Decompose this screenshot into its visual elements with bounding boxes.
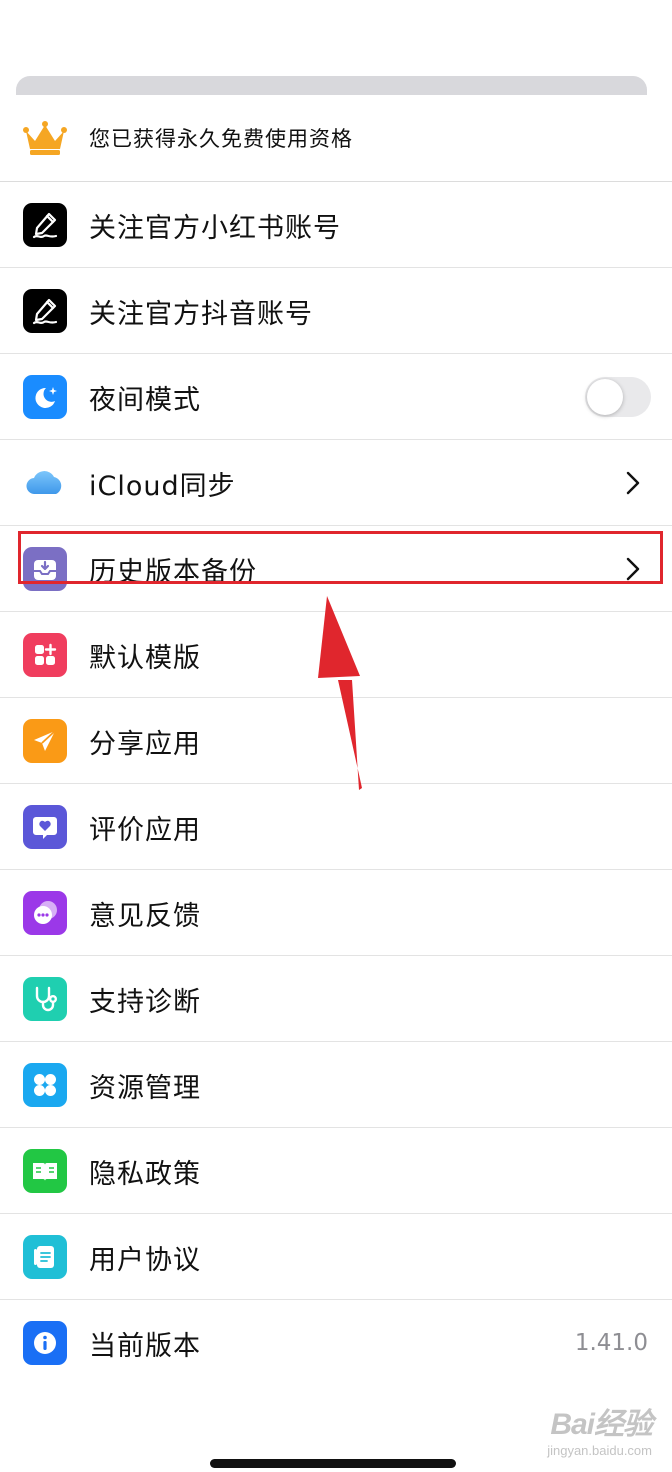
premium-status-row: 您已获得永久免费使用资格: [0, 95, 672, 182]
backup-tray-icon: [23, 547, 67, 591]
settings-item-label: 当前版本: [89, 1330, 201, 1362]
night-mode-toggle[interactable]: [585, 377, 651, 417]
home-indicator: [210, 1459, 456, 1468]
moon-icon: [23, 375, 67, 419]
settings-item-label: 分享应用: [89, 728, 201, 760]
settings-item-current-version: 当前版本 1.41.0: [0, 1300, 672, 1386]
grid-plus-icon: [23, 633, 67, 677]
premium-status-label: 您已获得永久免费使用资格: [89, 127, 353, 151]
version-value: 1.41.0: [574, 1330, 648, 1356]
settings-item-label: 默认模版: [89, 642, 201, 674]
pen-signature-icon: [23, 289, 67, 333]
toggle-knob: [587, 379, 623, 415]
info-icon: [23, 1321, 67, 1365]
settings-item-label: 支持诊断: [89, 986, 201, 1018]
settings-item-privacy-policy[interactable]: 隐私政策: [0, 1128, 672, 1214]
paper-plane-icon: [23, 719, 67, 763]
annotation-arrow-icon: [318, 596, 362, 790]
settings-item-douyin[interactable]: 关注官方抖音账号: [0, 268, 672, 354]
settings-item-night-mode: 夜间模式: [0, 354, 672, 440]
open-book-icon: [23, 1149, 67, 1193]
settings-item-label: 用户协议: [89, 1244, 201, 1276]
chevron-right-icon: [626, 471, 640, 495]
settings-item-label: 关注官方小红书账号: [89, 212, 341, 244]
watermark-url: jingyan.baidu.com: [547, 1443, 652, 1458]
settings-item-label: 夜间模式: [89, 384, 201, 416]
watermark-logo: Bai经验: [550, 1408, 653, 1441]
settings-item-label: 资源管理: [89, 1072, 201, 1104]
settings-item-diagnostics[interactable]: 支持诊断: [0, 956, 672, 1042]
heart-message-icon: [23, 805, 67, 849]
chat-bubbles-icon: [23, 891, 67, 935]
settings-item-label: 意见反馈: [89, 900, 201, 932]
settings-item-label: 评价应用: [89, 814, 201, 846]
stethoscope-icon: [23, 977, 67, 1021]
settings-item-feedback[interactable]: 意见反馈: [0, 870, 672, 956]
settings-item-xiaohongshu[interactable]: 关注官方小红书账号: [0, 182, 672, 268]
settings-item-user-agreement[interactable]: 用户协议: [0, 1214, 672, 1300]
four-petal-icon: [23, 1063, 67, 1107]
settings-item-resources[interactable]: 资源管理: [0, 1042, 672, 1128]
crown-icon: [22, 116, 68, 160]
settings-item-label: 历史版本备份: [89, 556, 257, 588]
settings-item-label: 关注官方抖音账号: [89, 298, 313, 330]
pen-signature-icon: [23, 203, 67, 247]
settings-item-icloud-sync[interactable]: iCloud同步: [0, 440, 672, 526]
cloud-icon: [23, 461, 67, 505]
chevron-right-icon: [626, 557, 640, 581]
document-icon: [23, 1235, 67, 1279]
settings-item-label: iCloud同步: [89, 470, 236, 502]
baidu-jingyan-watermark: Bai经验 jingyan.baidu.com: [547, 1399, 653, 1458]
settings-item-label: 隐私政策: [89, 1158, 201, 1190]
